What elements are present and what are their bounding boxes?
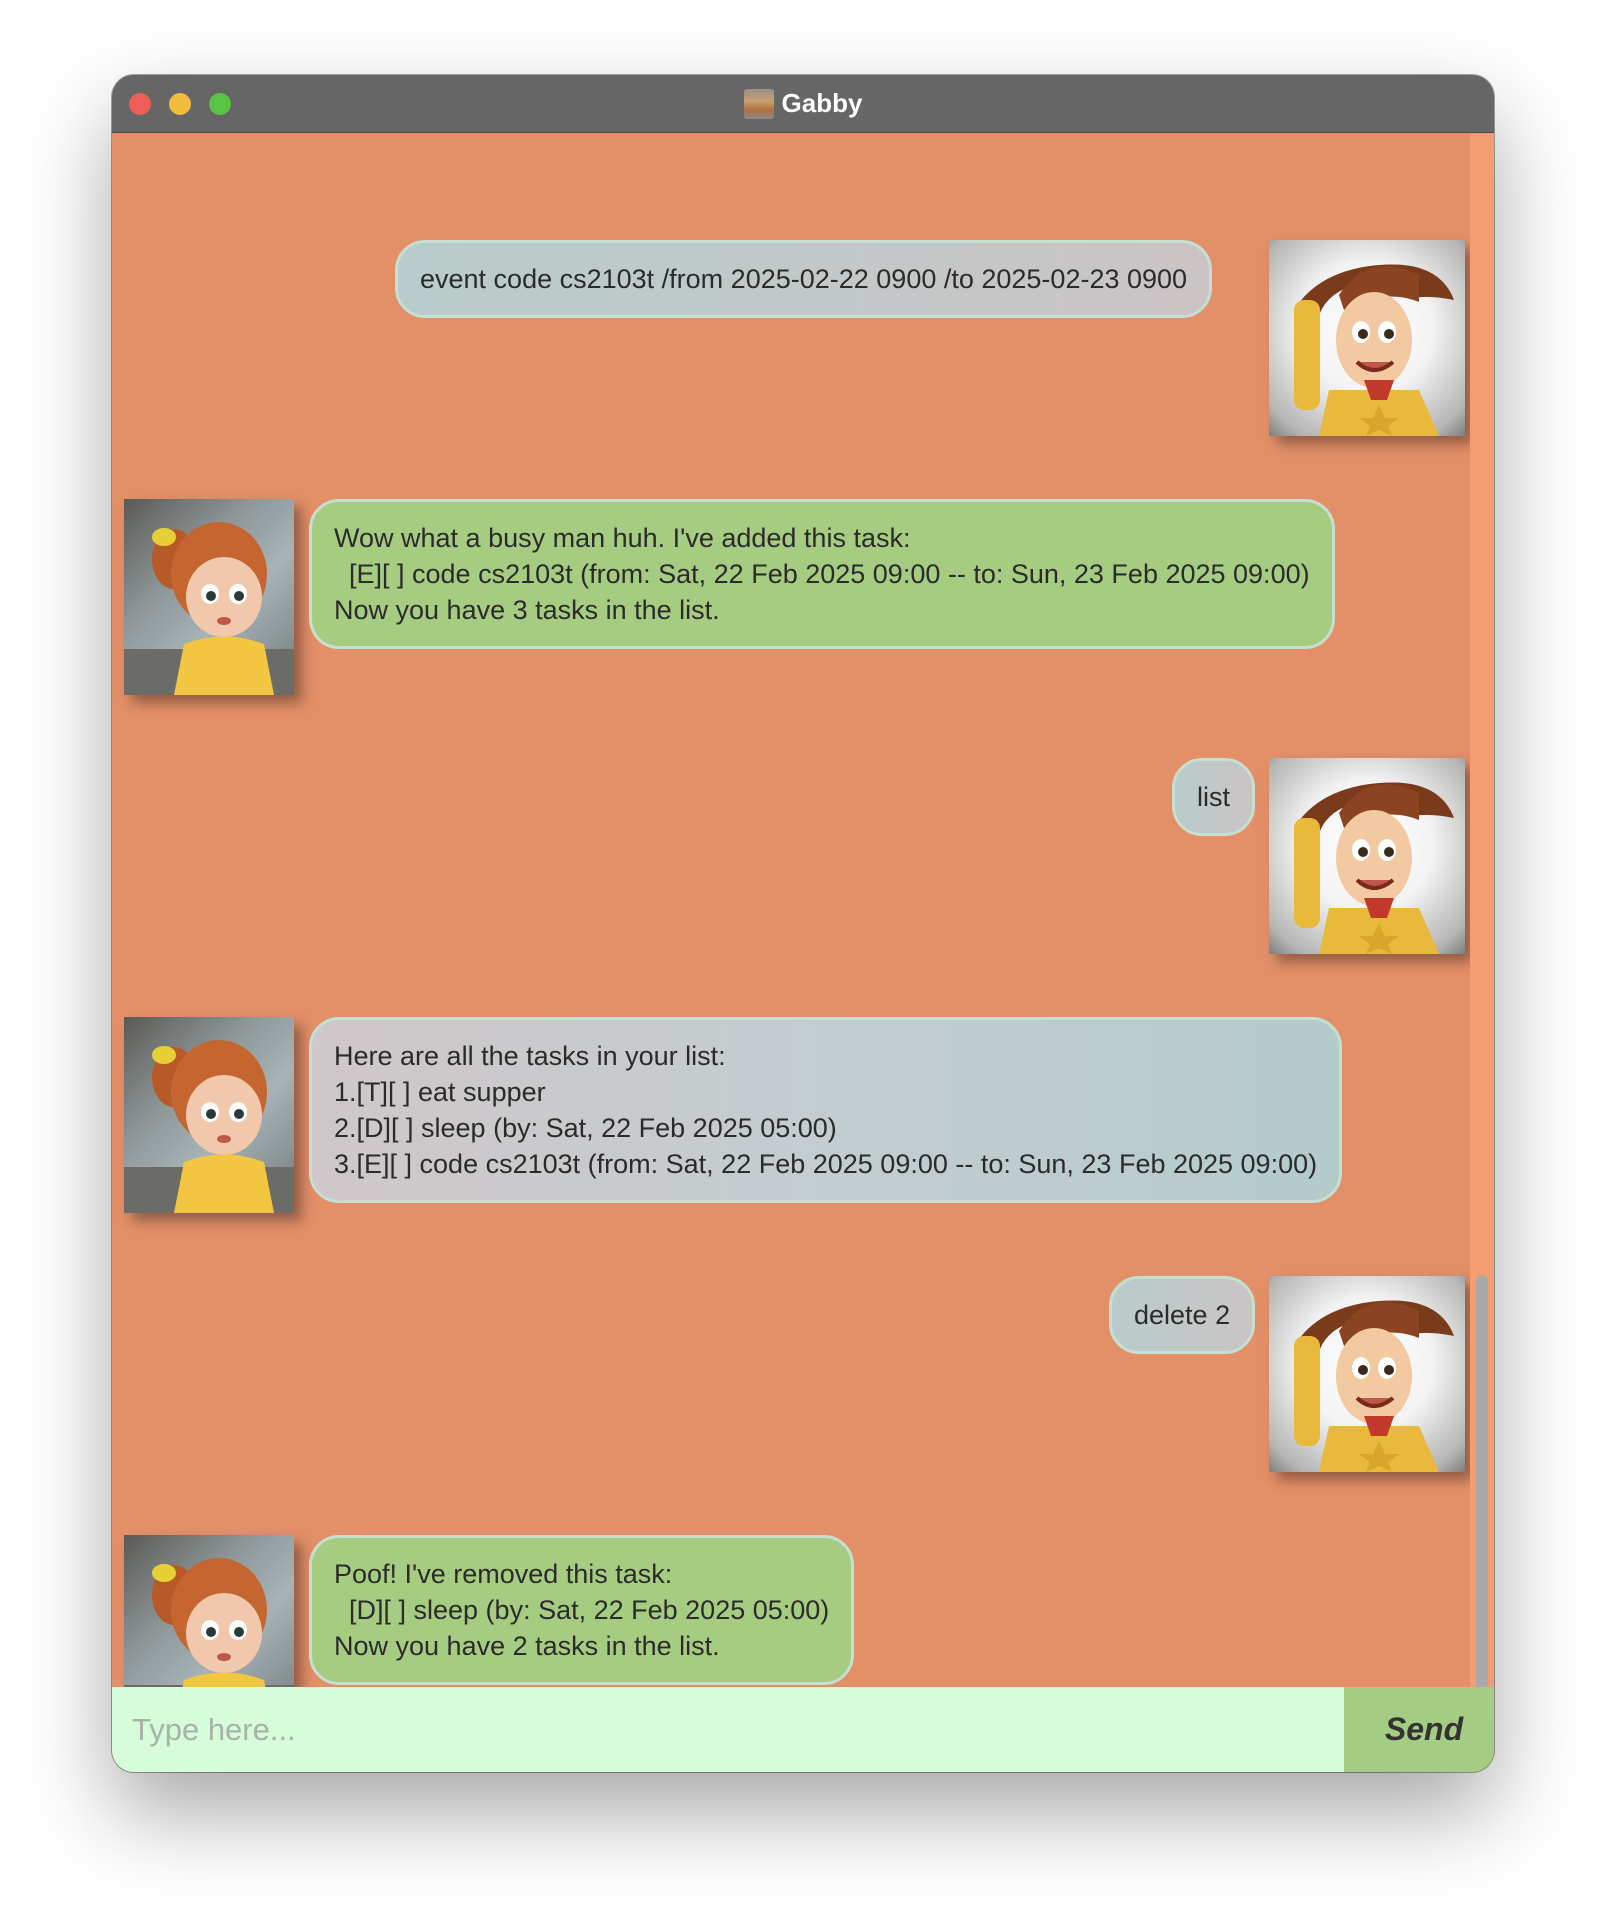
bot-message-bubble: Here are all the tasks in your list: 1.[…	[309, 1017, 1343, 1203]
app-window: Gabby event code cs2103t /from 2025-02-2…	[112, 75, 1494, 1772]
gabby-app-icon	[743, 88, 774, 119]
woody-avatar	[1269, 758, 1465, 954]
gabby-icon	[124, 522, 294, 695]
gabby-avatar	[124, 499, 294, 695]
gabby-icon	[124, 1040, 294, 1213]
gabby-avatar	[124, 1017, 294, 1213]
bot-message-bubble: Poof! I've removed this task: [D][ ] sle…	[309, 1535, 855, 1685]
send-button[interactable]: Send	[1344, 1687, 1494, 1772]
user-message-bubble: event code cs2103t /from 2025-02-22 0900…	[395, 240, 1213, 318]
input-row: Send	[112, 1687, 1494, 1772]
dialog-container[interactable]: event code cs2103t /from 2025-02-22 0900…	[112, 133, 1494, 1762]
scrollbar-thumb[interactable]	[1476, 1275, 1488, 1757]
user-message-bubble: list	[1172, 758, 1255, 836]
woody-icon	[1294, 782, 1454, 954]
message-input[interactable]	[112, 1687, 1344, 1772]
woody-icon	[1294, 264, 1454, 436]
window-title: Gabby	[781, 88, 863, 118]
window-title-group: Gabby	[112, 75, 1494, 132]
title-bar[interactable]: Gabby	[112, 75, 1494, 133]
woody-avatar	[1269, 240, 1465, 436]
woody-avatar	[1269, 1276, 1465, 1472]
bot-message-bubble: Wow what a busy man huh. I've added this…	[309, 499, 1335, 649]
user-message-bubble: delete 2	[1109, 1276, 1256, 1354]
woody-icon	[1294, 1300, 1454, 1472]
